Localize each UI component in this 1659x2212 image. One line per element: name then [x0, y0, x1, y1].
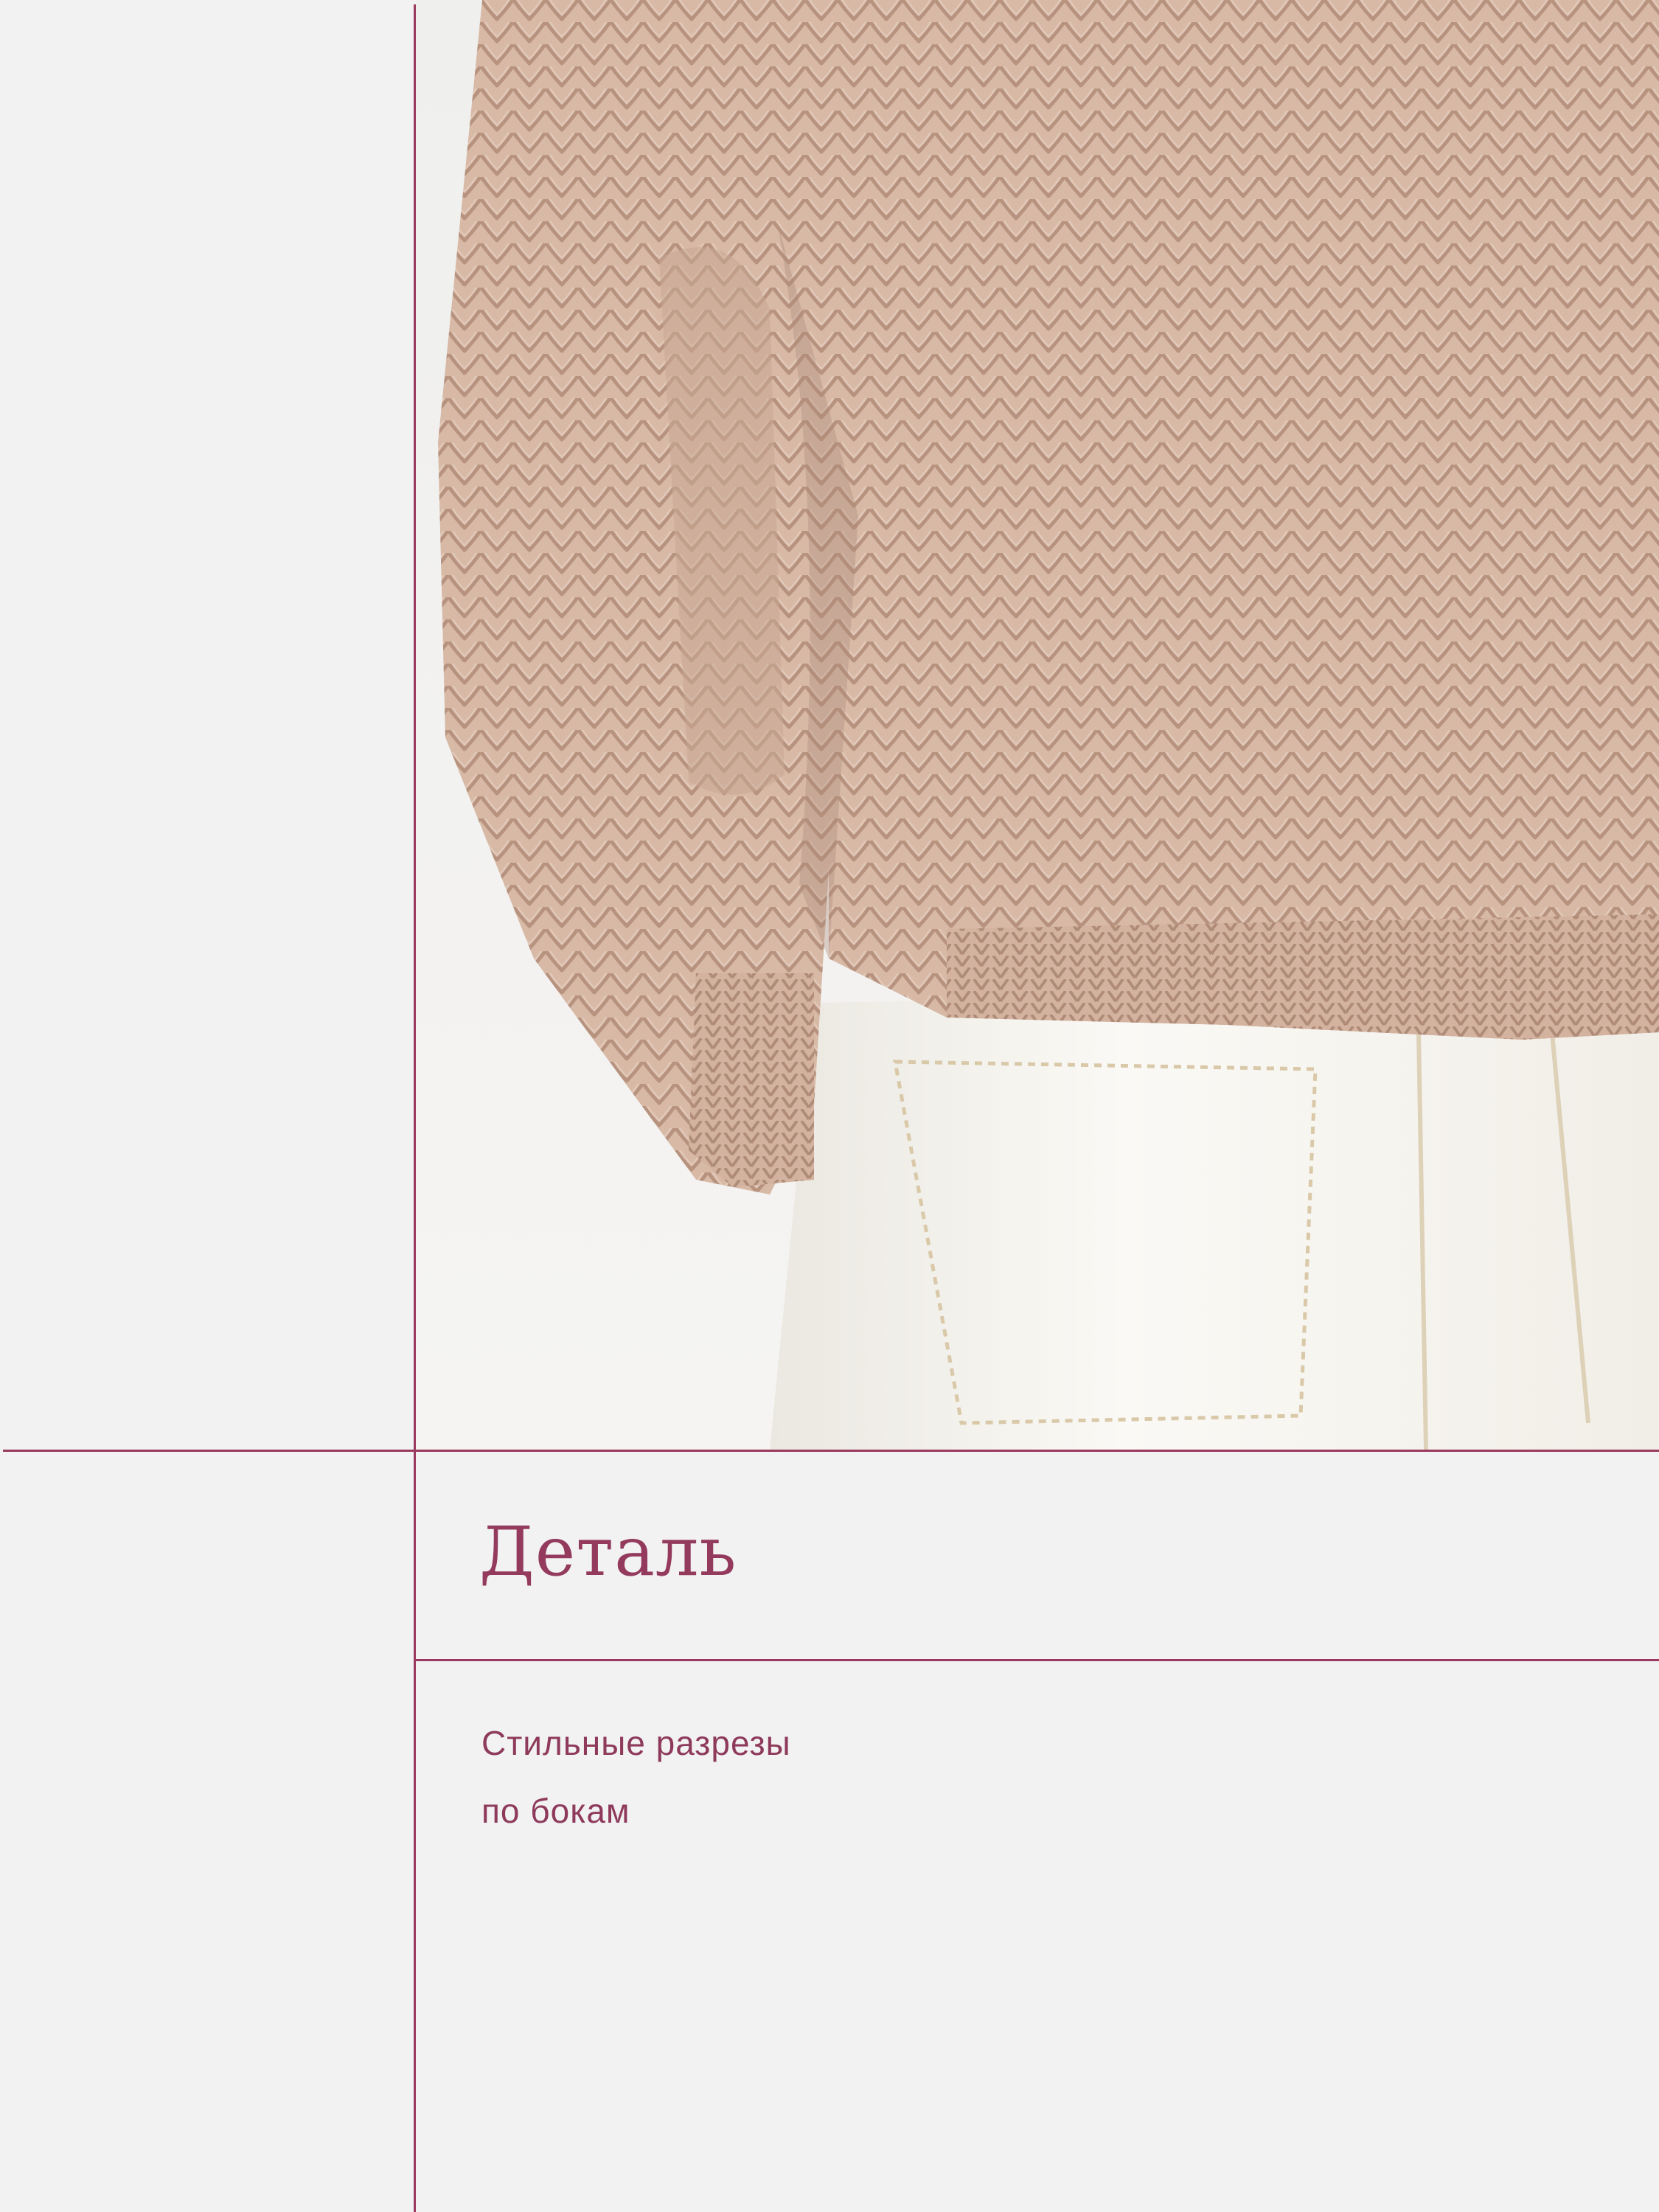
vertical-divider — [414, 4, 416, 2212]
product-photo — [416, 0, 1659, 1450]
description-line: Стильные разрезы — [481, 1724, 791, 1762]
photo-bottom-divider — [3, 1450, 1659, 1452]
title-bottom-divider — [416, 1659, 1659, 1661]
section-title: Деталь — [479, 1512, 737, 1591]
detail-description: Стильные разрезы по бокам — [481, 1709, 791, 1845]
sweater-photo-illustration — [416, 0, 1659, 1450]
description-line: по бокам — [481, 1792, 630, 1830]
product-detail-card: Деталь Стильные разрезы по бокам — [0, 0, 1659, 2212]
